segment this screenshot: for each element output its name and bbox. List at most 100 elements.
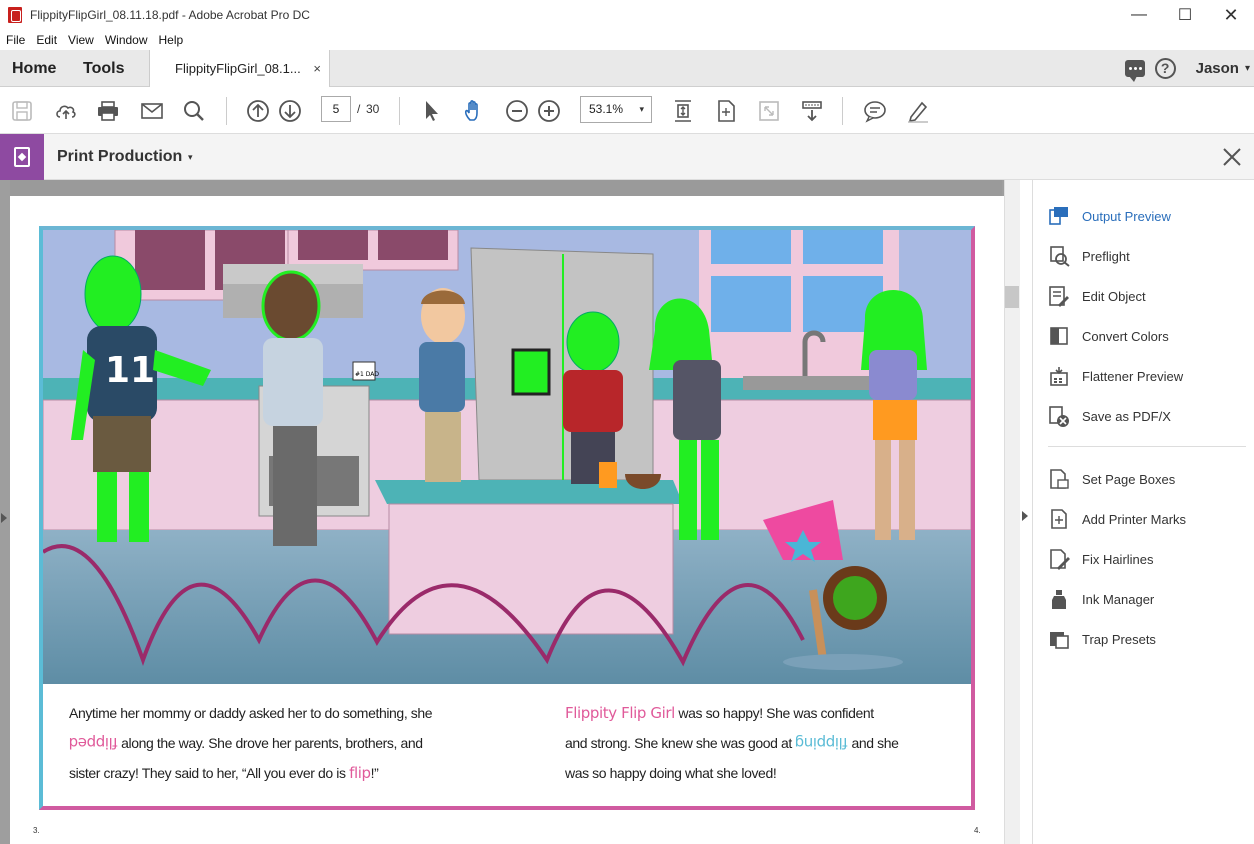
- teen-red-shirt: [563, 311, 623, 484]
- hand-tool-icon[interactable]: [461, 98, 487, 124]
- page-number-input[interactable]: 5: [321, 96, 351, 122]
- search-icon[interactable]: [181, 98, 207, 124]
- cloud-upload-icon[interactable]: [53, 98, 79, 124]
- right-paragraph: Flippity Flip Girl was so happy! She was…: [565, 698, 899, 788]
- chevron-down-icon[interactable]: ▾: [1245, 63, 1250, 74]
- previous-page-edge: [10, 180, 1002, 196]
- next-page-icon[interactable]: [277, 98, 303, 124]
- menu-help[interactable]: Help: [159, 33, 184, 47]
- right-line-2: and strong. She knew she was good at fli…: [565, 728, 899, 758]
- document-tab-label: FlippityFlipGirl_08.1...: [175, 61, 301, 76]
- flattener-preview-icon: [1050, 367, 1068, 386]
- add-printer-marks-item[interactable]: Add Printer Marks: [1048, 507, 1186, 531]
- toolbar-divider: [399, 97, 400, 125]
- set-page-boxes-icon: [1050, 469, 1069, 489]
- vertical-scrollbar[interactable]: [1004, 180, 1020, 844]
- set-page-boxes-label: Set Page Boxes: [1082, 471, 1176, 487]
- chevron-down-icon[interactable]: ▾: [188, 134, 193, 180]
- output-preview-item[interactable]: Output Preview: [1048, 204, 1171, 228]
- flip-word: flip: [349, 764, 371, 782]
- user-name[interactable]: Jason: [1196, 60, 1239, 77]
- menu-edit[interactable]: Edit: [36, 33, 57, 47]
- convert-colors-icon: [1050, 327, 1068, 345]
- previous-page-icon[interactable]: [245, 98, 271, 124]
- menu-view[interactable]: View: [68, 33, 94, 47]
- email-icon[interactable]: [139, 98, 165, 124]
- svg-text:#1 DAD: #1 DAD: [355, 371, 379, 378]
- title-bar: FlippityFlipGirl_08.11.18.pdf - Adobe Ac…: [0, 0, 1254, 30]
- fix-hairlines-item[interactable]: Fix Hairlines: [1048, 547, 1154, 571]
- menu-file[interactable]: File: [6, 33, 25, 47]
- close-icon[interactable]: [1220, 145, 1244, 169]
- zoom-select[interactable]: 53.1% ▾: [580, 96, 652, 123]
- trap-presets-item[interactable]: Trap Presets: [1048, 627, 1156, 651]
- add-printer-marks-icon: [1051, 509, 1067, 529]
- tool-header: Print Production ▾: [0, 134, 1254, 180]
- select-cursor-icon[interactable]: [419, 98, 445, 124]
- document-viewport[interactable]: 11 #1 DAD Anytime her mommy or daddy ask…: [0, 180, 1020, 844]
- minimize-button[interactable]: —: [1116, 0, 1162, 30]
- maximize-button[interactable]: ☐: [1162, 0, 1208, 30]
- fit-page-icon[interactable]: [713, 98, 739, 124]
- page-total: 30: [366, 102, 380, 116]
- convert-colors-item[interactable]: Convert Colors: [1048, 324, 1169, 348]
- tab-bar: Home Tools FlippityFlipGirl_08.1... × ? …: [0, 50, 1254, 87]
- page-separator: /: [357, 102, 361, 116]
- left-line-3: sister crazy! They said to her, “All you…: [69, 764, 379, 782]
- help-icon[interactable]: ?: [1154, 58, 1176, 79]
- svg-text:11: 11: [105, 350, 155, 391]
- save-pdfx-item[interactable]: Save as PDF/X: [1048, 404, 1171, 428]
- zoom-in-icon[interactable]: [536, 98, 562, 124]
- edit-object-icon: [1049, 286, 1069, 307]
- fix-hairlines-icon: [1050, 549, 1070, 570]
- add-printer-marks-label: Add Printer Marks: [1082, 511, 1187, 527]
- output-preview-icon: [1049, 207, 1068, 225]
- save-pdfx-icon: [1049, 406, 1069, 427]
- page-number-left: 3.: [33, 826, 40, 835]
- read-mode-icon[interactable]: [799, 98, 825, 124]
- toolbar-divider: [226, 97, 227, 125]
- flattener-preview-item[interactable]: Flattener Preview: [1048, 364, 1183, 388]
- menu-bar: File Edit View Window Help: [0, 30, 1254, 50]
- preflight-icon: [1050, 246, 1070, 267]
- tool-title[interactable]: Print Production: [57, 134, 182, 180]
- tab-document[interactable]: FlippityFlipGirl_08.1... ×: [149, 50, 330, 87]
- zoom-value: 53.1%: [589, 102, 624, 116]
- fix-hairlines-label: Fix Hairlines: [1082, 551, 1154, 567]
- scroll-mode-icon[interactable]: [670, 98, 696, 124]
- flipped-word: flipped: [69, 734, 118, 752]
- close-tab-icon[interactable]: ×: [313, 50, 321, 87]
- comment-icon[interactable]: [1124, 60, 1145, 82]
- expand-left-panel-icon[interactable]: [1, 513, 7, 523]
- menu-window[interactable]: Window: [105, 33, 148, 47]
- edit-object-item[interactable]: Edit Object: [1048, 284, 1146, 308]
- print-production-icon: [0, 134, 44, 180]
- acrobat-icon: [8, 7, 22, 23]
- full-screen-icon[interactable]: [756, 98, 782, 124]
- left-line-1: Anytime her mommy or daddy asked her to …: [69, 705, 433, 721]
- kitchen-illustration: 11 #1 DAD: [43, 230, 971, 684]
- output-preview-label: Output Preview: [1082, 208, 1171, 224]
- tab-tools[interactable]: Tools: [83, 50, 124, 87]
- close-window-button[interactable]: ✕: [1208, 0, 1254, 30]
- scrollbar-thumb[interactable]: [1005, 286, 1019, 308]
- collapse-right-panel-icon[interactable]: [1022, 511, 1028, 521]
- page-number-right: 4.: [974, 826, 981, 835]
- right-line-1: Flippity Flip Girl was so happy! She was…: [565, 704, 874, 722]
- zoom-out-icon[interactable]: [504, 98, 530, 124]
- brand-title: Flippity Flip Girl: [565, 704, 675, 722]
- preflight-item[interactable]: Preflight: [1048, 244, 1130, 268]
- print-icon[interactable]: [95, 98, 121, 124]
- edit-object-label: Edit Object: [1082, 288, 1146, 304]
- ink-manager-item[interactable]: Ink Manager: [1048, 587, 1154, 611]
- trap-presets-icon: [1050, 632, 1069, 649]
- save-icon[interactable]: [9, 98, 35, 124]
- highlight-pen-icon[interactable]: [905, 98, 931, 124]
- left-line-2: flipped along the way. She drove her par…: [69, 728, 432, 758]
- flattener-preview-label: Flattener Preview: [1082, 368, 1184, 384]
- trap-presets-label: Trap Presets: [1082, 631, 1156, 647]
- set-page-boxes-item[interactable]: Set Page Boxes: [1048, 467, 1175, 491]
- tab-home[interactable]: Home: [12, 50, 56, 87]
- comment-tool-icon[interactable]: [862, 98, 888, 124]
- ink-manager-label: Ink Manager: [1082, 591, 1155, 607]
